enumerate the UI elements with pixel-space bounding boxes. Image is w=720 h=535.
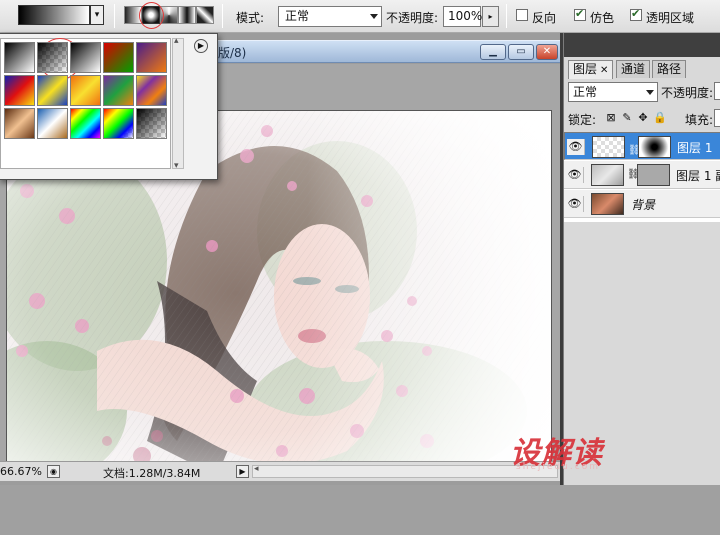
workspace-background <box>0 485 720 535</box>
opacity-label: 不透明度: <box>386 11 439 25</box>
separator <box>222 4 223 28</box>
minimize-button[interactable]: ▁ <box>480 44 506 60</box>
gradient-swatch-grid <box>0 38 171 169</box>
gradient-swatch-foreground-to-transparent[interactable] <box>37 42 68 73</box>
gradient-picker-dropdown-button[interactable]: ▾ <box>90 5 104 25</box>
mode-select-value: 正常 <box>285 9 310 23</box>
gradient-picker-panel: ▶ <box>0 33 218 180</box>
status-bar: 66.67% ◉ 文档:1.28M/3.84M ▶ <box>0 461 560 481</box>
zoom-level[interactable]: 66.67% <box>0 465 42 478</box>
gradient-swatch-blue-yellow-blue[interactable] <box>37 75 68 106</box>
layer-thumbnail <box>591 193 624 215</box>
separator <box>506 4 507 28</box>
layer-row-layer1-copy[interactable]: 👁 ⛓ 图层 1 副 <box>564 161 720 189</box>
layer-opacity-input[interactable] <box>714 82 720 100</box>
tab-paths[interactable]: 路径 <box>652 60 687 78</box>
gradient-swatch-red-green[interactable] <box>103 42 134 73</box>
layer-name: 图层 1 <box>677 141 713 155</box>
picker-menu-arrow-icon[interactable]: ▶ <box>194 39 208 53</box>
layer-opacity-label: 不透明度: <box>661 86 714 100</box>
opacity-slider-button[interactable]: ▸ <box>482 6 499 27</box>
blend-mode-value: 正常 <box>573 85 598 99</box>
gradient-swatch-black-white[interactable] <box>70 42 101 73</box>
close-icon[interactable]: ✕ <box>600 65 608 76</box>
reflected-gradient-button[interactable] <box>178 6 196 24</box>
separator <box>114 4 115 28</box>
document-title: 版/8) <box>218 46 247 60</box>
blend-mode-select[interactable]: 正常 <box>568 82 658 102</box>
chevron-down-icon <box>646 90 654 95</box>
mode-label: 模式: <box>236 11 265 25</box>
tab-channels-label: 通道 <box>621 62 646 76</box>
gradient-swatch-violet-green-orange[interactable] <box>103 75 134 106</box>
picker-scrollbar[interactable] <box>172 36 184 171</box>
tab-paths-label: 路径 <box>657 62 682 76</box>
diamond-gradient-button[interactable] <box>196 6 214 24</box>
layers-list: 👁 ⛓ 图层 1 👁 ⛓ 图层 1 副 👁 背景 <box>564 132 720 222</box>
gradient-swatch-copper[interactable] <box>4 108 35 139</box>
gradient-swatch-violet-orange[interactable] <box>136 42 167 73</box>
layer-thumbnail <box>591 164 624 186</box>
eye-icon[interactable]: 👁 <box>566 167 584 183</box>
tab-layers-label: 图层 <box>573 62 598 76</box>
maximize-button[interactable]: ▭ <box>508 44 534 60</box>
lock-transparent-icon[interactable]: ⊠ <box>605 112 617 124</box>
watermark-subtext: shejiedu.com <box>516 462 600 472</box>
lock-image-icon[interactable]: ✎ <box>621 112 633 124</box>
reverse-checkbox[interactable] <box>516 9 528 21</box>
fill-label: 填充: <box>685 113 714 127</box>
lock-position-icon[interactable]: ✥ <box>637 112 649 124</box>
dither-label: 仿色 <box>590 11 615 25</box>
tab-channels[interactable]: 通道 <box>616 60 651 78</box>
layer-thumbnail <box>592 136 625 158</box>
close-button[interactable]: ✕ <box>536 44 558 60</box>
gradient-swatch-transparent-stripes[interactable] <box>136 108 167 139</box>
eye-icon[interactable]: 👁 <box>567 139 585 155</box>
gradient-preview-swatch[interactable] <box>18 5 90 25</box>
gradient-swatch-chrome[interactable] <box>37 108 68 139</box>
transparency-label: 透明区域 <box>646 11 695 25</box>
gradient-swatch-spectrum[interactable] <box>70 108 101 139</box>
lock-label: 锁定: <box>568 113 597 127</box>
highlight-circle-annotation <box>139 2 164 29</box>
layer-name: 图层 1 副 <box>676 169 720 183</box>
layer-row-layer1[interactable]: 👁 ⛓ 图层 1 <box>564 132 720 160</box>
chevron-down-icon <box>370 14 378 19</box>
document-size-info: 文档:1.28M/3.84M <box>103 467 201 480</box>
options-bar: ▾ 模式: 正常 不透明度: 100% ▸ 反向 仿色 透明区域 <box>0 0 720 33</box>
status-menu-arrow-icon[interactable]: ▶ <box>236 465 249 478</box>
gradient-swatch-yellow-violet-orange-blue[interactable] <box>136 75 167 106</box>
layer-mask-thumbnail[interactable] <box>638 136 671 158</box>
gradient-swatch-transparent-rainbow[interactable] <box>103 108 134 139</box>
navigator-icon[interactable]: ◉ <box>47 465 60 478</box>
gradient-swatch-orange-yellow-orange[interactable] <box>70 75 101 106</box>
dither-checkbox[interactable] <box>574 7 586 21</box>
panel-header-bar <box>564 33 720 57</box>
layer-name: 背景 <box>631 198 656 212</box>
tab-layers[interactable]: 图层 ✕ <box>568 60 614 79</box>
layer-row-background[interactable]: 👁 背景 <box>564 190 720 218</box>
fill-input[interactable] <box>714 109 720 127</box>
reverse-label: 反向 <box>532 11 557 25</box>
mode-select[interactable]: 正常 <box>278 6 382 27</box>
lock-all-icon[interactable]: 🔒 <box>653 112 667 124</box>
layers-panel: 图层 ✕ 通道 路径 正常 不透明度: 锁定: ⊠ ✎ ✥ 🔒 填充: 👁 ⛓ 图… <box>563 33 720 485</box>
layer-mask-thumbnail[interactable] <box>637 164 670 186</box>
eye-icon[interactable]: 👁 <box>566 196 584 212</box>
gradient-swatch-blue-red-yellow[interactable] <box>4 75 35 106</box>
opacity-input[interactable]: 100% <box>443 6 482 27</box>
gradient-swatch-foreground-to-background[interactable] <box>4 42 35 73</box>
transparency-checkbox[interactable] <box>630 7 642 21</box>
